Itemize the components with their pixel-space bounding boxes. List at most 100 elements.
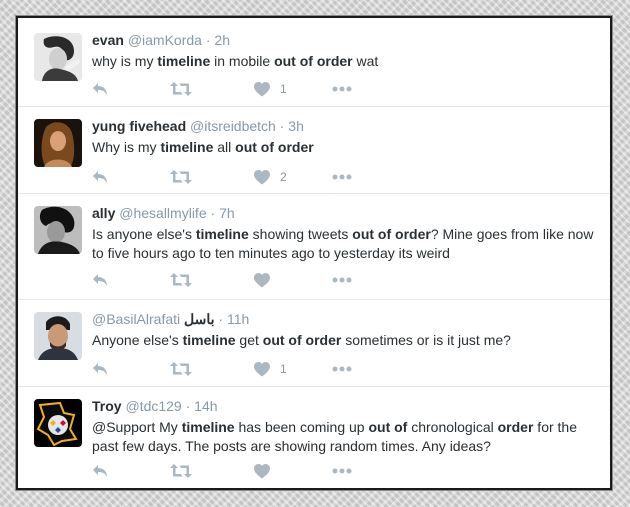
tweet-text: @Support My timeline has been coming up … [92, 418, 600, 456]
reply-button[interactable] [92, 270, 108, 290]
retweet-icon [170, 273, 192, 287]
tweet[interactable]: Troy @tdc129 · 14h @Support My timeline … [18, 387, 610, 488]
user-handle[interactable]: @BasilAlrafati [92, 311, 180, 327]
heart-icon [254, 463, 270, 479]
more-button[interactable] [332, 461, 352, 481]
reply-icon [92, 362, 108, 376]
avatar[interactable] [34, 399, 82, 447]
tweet[interactable]: ally @hesallmylife · 7h Is anyone else's… [18, 194, 610, 300]
timestamp[interactable]: 7h [219, 205, 235, 221]
more-button[interactable] [332, 167, 352, 187]
text-segment: in mobile [210, 53, 275, 69]
retweet-button[interactable] [170, 167, 192, 187]
reply-button[interactable] [92, 79, 108, 99]
user-handle[interactable]: @hesallmylife [119, 205, 206, 221]
like-count: 2 [280, 170, 287, 184]
tweet-text: Is anyone else's timeline showing tweets… [92, 225, 600, 263]
retweet-icon [170, 82, 192, 96]
display-name[interactable]: yung fivehead [92, 118, 186, 134]
highlight-text: timeline [195, 226, 249, 242]
text-segment: sometimes or is it just me? [341, 332, 511, 348]
highlight-text: out of order [352, 226, 431, 242]
like-button[interactable]: 1 [254, 359, 287, 379]
text-segment: all [213, 139, 236, 155]
text-segment: showing tweets [248, 226, 353, 242]
text-segment: Anyone else's [92, 332, 183, 348]
tweet-header: yung fivehead @itsreidbetch · 3h [92, 117, 600, 135]
retweet-icon [170, 362, 192, 376]
like-button[interactable] [254, 461, 280, 481]
more-icon [332, 174, 352, 180]
heart-icon [254, 272, 270, 288]
tweet-header: ally @hesallmylife · 7h [92, 204, 600, 222]
avatar[interactable] [34, 33, 82, 81]
more-button[interactable] [332, 359, 352, 379]
reply-icon [92, 273, 108, 287]
tweet-header: @BasilAlrafati باسل · 11h [92, 310, 600, 328]
highlight-text: out of [368, 419, 408, 435]
heart-icon [254, 81, 270, 97]
display-name[interactable]: باسل [184, 311, 215, 327]
timestamp[interactable]: 3h [288, 118, 304, 134]
like-count: 1 [280, 362, 287, 376]
tweet[interactable]: @BasilAlrafati باسل · 11h Anyone else's … [18, 300, 610, 387]
retweet-button[interactable] [170, 461, 192, 481]
reply-button[interactable] [92, 461, 108, 481]
more-button[interactable] [332, 270, 352, 290]
highlight-text: timeline [181, 419, 235, 435]
reply-button[interactable] [92, 167, 108, 187]
more-icon [332, 468, 352, 474]
avatar[interactable] [34, 206, 82, 254]
tweet-list: evan @iamKorda · 2h why is my timeline i… [16, 16, 612, 490]
retweet-button[interactable] [170, 270, 192, 290]
text-segment: wat [352, 53, 379, 69]
text-segment: get [235, 332, 263, 348]
retweet-button[interactable] [170, 359, 192, 379]
highlight-text: timeline [160, 139, 214, 155]
retweet-button[interactable] [170, 79, 192, 99]
reply-icon [92, 170, 108, 184]
highlight-text: out of order [262, 332, 342, 348]
tweet-header: evan @iamKorda · 2h [92, 31, 600, 49]
tweet[interactable]: yung fivehead @itsreidbetch · 3h Why is … [18, 107, 610, 194]
reply-icon [92, 82, 108, 96]
retweet-icon [170, 464, 192, 478]
like-count: 1 [280, 82, 287, 96]
highlight-text: out of order [235, 139, 314, 155]
text-segment: @Support My [92, 419, 182, 435]
text-segment: has been coming up [234, 419, 369, 435]
highlight-text: timeline [157, 53, 211, 69]
timestamp[interactable]: 11h [227, 311, 249, 327]
heart-icon [254, 169, 270, 185]
like-button[interactable] [254, 270, 280, 290]
avatar[interactable] [34, 119, 82, 167]
text-segment: chronological [407, 419, 498, 435]
tweet[interactable]: evan @iamKorda · 2h why is my timeline i… [18, 18, 610, 107]
display-name[interactable]: ally [92, 205, 115, 221]
more-button[interactable] [332, 79, 352, 99]
tweet-text: Why is my timeline all out of order [92, 138, 600, 157]
avatar[interactable] [34, 312, 82, 360]
tweet-text: why is my timeline in mobile out of orde… [92, 52, 600, 71]
text-segment: Why is my [92, 139, 161, 155]
user-handle[interactable]: @itsreidbetch [190, 118, 276, 134]
user-handle[interactable]: @iamKorda [128, 32, 202, 48]
tweet-text: Anyone else's timeline get out of order … [92, 331, 600, 350]
separator-dot: · [218, 311, 224, 327]
reply-button[interactable] [92, 359, 108, 379]
highlight-text: timeline [182, 332, 236, 348]
timestamp[interactable]: 2h [214, 32, 230, 48]
text-segment: why is my [92, 53, 158, 69]
like-button[interactable]: 2 [254, 167, 287, 187]
display-name[interactable]: evan [92, 32, 124, 48]
highlight-text: out of order [274, 53, 353, 69]
tweet-header: Troy @tdc129 · 14h [92, 397, 600, 415]
more-icon [332, 86, 352, 92]
display-name[interactable]: Troy [92, 398, 122, 414]
timestamp[interactable]: 14h [194, 398, 217, 414]
highlight-text: order [497, 419, 534, 435]
like-button[interactable]: 1 [254, 79, 287, 99]
retweet-icon [170, 170, 192, 184]
heart-icon [254, 361, 270, 377]
user-handle[interactable]: @tdc129 [125, 398, 181, 414]
